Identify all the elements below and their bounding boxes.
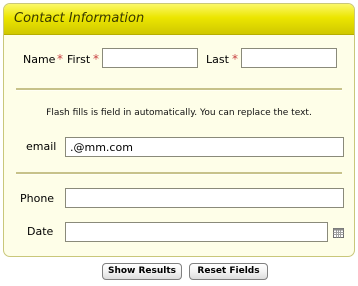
- separator-1: [16, 88, 342, 91]
- last-required-mark: *: [232, 52, 238, 66]
- reset-fields-button[interactable]: Reset Fields: [189, 263, 268, 280]
- first-required-mark: *: [93, 52, 99, 66]
- panel-title: Contact Information: [14, 11, 145, 26]
- email-label: email: [26, 140, 57, 153]
- first-name-label: First: [67, 53, 91, 66]
- last-name-input[interactable]: [241, 48, 337, 68]
- phone-input[interactable]: [65, 188, 344, 208]
- date-input[interactable]: [65, 222, 328, 242]
- calendar-icon[interactable]: [333, 228, 344, 238]
- email-input[interactable]: [65, 137, 344, 157]
- phone-label: Phone: [20, 192, 55, 205]
- autofill-note: Flash fills is field in automatically. Y…: [46, 108, 312, 118]
- contact-panel: Contact Information Name * First * Last …: [3, 3, 355, 257]
- date-label: Date: [27, 225, 54, 238]
- first-name-input[interactable]: [102, 48, 198, 68]
- separator-2: [16, 172, 342, 175]
- show-results-button[interactable]: Show Results: [102, 263, 182, 280]
- name-label: Name: [23, 53, 56, 66]
- last-name-label: Last: [206, 53, 229, 66]
- name-required-mark: *: [57, 52, 63, 66]
- panel-header: Contact Information: [4, 4, 354, 35]
